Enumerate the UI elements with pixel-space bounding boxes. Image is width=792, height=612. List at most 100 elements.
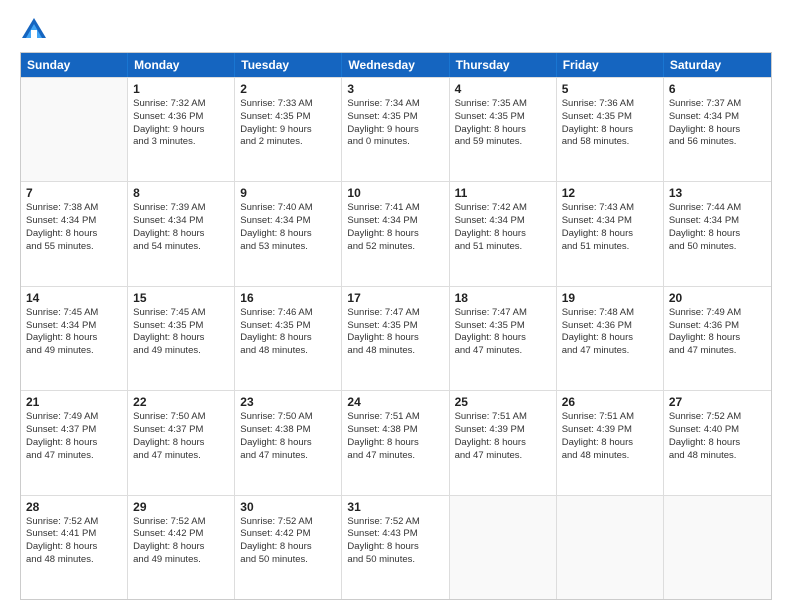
cal-cell-0-5: 5 Sunrise: 7:36 AMSunset: 4:35 PMDaylight… [557, 78, 664, 181]
cal-cell-2-1: 15 Sunrise: 7:45 AMSunset: 4:35 PMDayligh… [128, 287, 235, 390]
cell-text: Sunrise: 7:52 AMSunset: 4:41 PMDaylight:… [26, 516, 122, 567]
cal-cell-2-5: 19 Sunrise: 7:48 AMSunset: 4:36 PMDayligh… [557, 287, 664, 390]
day-number: 29 [133, 500, 229, 514]
cell-text: Sunrise: 7:34 AMSunset: 4:35 PMDaylight:… [347, 98, 443, 149]
day-number: 1 [133, 82, 229, 96]
day-number: 11 [455, 186, 551, 200]
header-day-thursday: Thursday [450, 53, 557, 77]
cal-cell-2-2: 16Sunrise: 7:46 AMSunset: 4:35 PMDayligh… [235, 287, 342, 390]
week-row-3: 21 Sunrise: 7:49 AMSunset: 4:37 PMDayligh… [21, 390, 771, 494]
cell-text: Sunrise: 7:46 AMSunset: 4:35 PMDaylight:… [240, 307, 336, 358]
day-number: 24 [347, 395, 443, 409]
cal-cell-0-3: 3 Sunrise: 7:34 AMSunset: 4:35 PMDaylight… [342, 78, 449, 181]
day-number: 27 [669, 395, 766, 409]
cal-cell-4-3: 31 Sunrise: 7:52 AMSunset: 4:43 PMDayligh… [342, 496, 449, 599]
cal-cell-4-4 [450, 496, 557, 599]
cell-text: Sunrise: 7:36 AMSunset: 4:35 PMDaylight:… [562, 98, 658, 149]
cell-text: Sunrise: 7:39 AMSunset: 4:34 PMDaylight:… [133, 202, 229, 253]
day-number: 23 [240, 395, 336, 409]
cell-text: Sunrise: 7:52 AMSunset: 4:42 PMDaylight:… [133, 516, 229, 567]
cell-text: Sunrise: 7:37 AMSunset: 4:34 PMDaylight:… [669, 98, 766, 149]
day-number: 22 [133, 395, 229, 409]
cal-cell-3-1: 22 Sunrise: 7:50 AMSunset: 4:37 PMDayligh… [128, 391, 235, 494]
cal-cell-0-4: 4 Sunrise: 7:35 AMSunset: 4:35 PMDaylight… [450, 78, 557, 181]
calendar-header-row: SundayMondayTuesdayWednesdayThursdayFrid… [21, 53, 771, 77]
cell-text: Sunrise: 7:49 AMSunset: 4:37 PMDaylight:… [26, 411, 122, 462]
day-number: 5 [562, 82, 658, 96]
cal-cell-3-2: 23 Sunrise: 7:50 AMSunset: 4:38 PMDayligh… [235, 391, 342, 494]
cell-text: Sunrise: 7:41 AMSunset: 4:34 PMDaylight:… [347, 202, 443, 253]
header-day-sunday: Sunday [21, 53, 128, 77]
cell-text: Sunrise: 7:51 AMSunset: 4:39 PMDaylight:… [562, 411, 658, 462]
day-number: 6 [669, 82, 766, 96]
day-number: 25 [455, 395, 551, 409]
cal-cell-3-3: 24Sunrise: 7:51 AMSunset: 4:38 PMDayligh… [342, 391, 449, 494]
cal-cell-1-5: 12Sunrise: 7:43 AMSunset: 4:34 PMDayligh… [557, 182, 664, 285]
logo [20, 16, 52, 44]
cal-cell-2-6: 20 Sunrise: 7:49 AMSunset: 4:36 PMDayligh… [664, 287, 771, 390]
cal-cell-1-1: 8 Sunrise: 7:39 AMSunset: 4:34 PMDaylight… [128, 182, 235, 285]
cell-text: Sunrise: 7:38 AMSunset: 4:34 PMDaylight:… [26, 202, 122, 253]
cell-text: Sunrise: 7:44 AMSunset: 4:34 PMDaylight:… [669, 202, 766, 253]
cell-text: Sunrise: 7:52 AMSunset: 4:42 PMDaylight:… [240, 516, 336, 567]
day-number: 19 [562, 291, 658, 305]
header [20, 16, 772, 44]
cal-cell-3-4: 25 Sunrise: 7:51 AMSunset: 4:39 PMDayligh… [450, 391, 557, 494]
cal-cell-4-0: 28 Sunrise: 7:52 AMSunset: 4:41 PMDayligh… [21, 496, 128, 599]
header-day-saturday: Saturday [664, 53, 771, 77]
cal-cell-1-0: 7 Sunrise: 7:38 AMSunset: 4:34 PMDaylight… [21, 182, 128, 285]
cal-cell-0-0 [21, 78, 128, 181]
cell-text: Sunrise: 7:51 AMSunset: 4:39 PMDaylight:… [455, 411, 551, 462]
cell-text: Sunrise: 7:50 AMSunset: 4:37 PMDaylight:… [133, 411, 229, 462]
cal-cell-2-4: 18 Sunrise: 7:47 AMSunset: 4:35 PMDayligh… [450, 287, 557, 390]
page: SundayMondayTuesdayWednesdayThursdayFrid… [0, 0, 792, 612]
day-number: 3 [347, 82, 443, 96]
cal-cell-0-1: 1 Sunrise: 7:32 AMSunset: 4:36 PMDaylight… [128, 78, 235, 181]
header-day-monday: Monday [128, 53, 235, 77]
cal-cell-4-5 [557, 496, 664, 599]
day-number: 9 [240, 186, 336, 200]
cal-cell-1-2: 9 Sunrise: 7:40 AMSunset: 4:34 PMDaylight… [235, 182, 342, 285]
cal-cell-4-1: 29 Sunrise: 7:52 AMSunset: 4:42 PMDayligh… [128, 496, 235, 599]
cal-cell-3-6: 27 Sunrise: 7:52 AMSunset: 4:40 PMDayligh… [664, 391, 771, 494]
day-number: 4 [455, 82, 551, 96]
day-number: 10 [347, 186, 443, 200]
day-number: 20 [669, 291, 766, 305]
day-number: 8 [133, 186, 229, 200]
week-row-0: 1 Sunrise: 7:32 AMSunset: 4:36 PMDaylight… [21, 77, 771, 181]
day-number: 18 [455, 291, 551, 305]
header-day-friday: Friday [557, 53, 664, 77]
cell-text: Sunrise: 7:52 AMSunset: 4:43 PMDaylight:… [347, 516, 443, 567]
cell-text: Sunrise: 7:33 AMSunset: 4:35 PMDaylight:… [240, 98, 336, 149]
cell-text: Sunrise: 7:47 AMSunset: 4:35 PMDaylight:… [455, 307, 551, 358]
cal-cell-4-2: 30Sunrise: 7:52 AMSunset: 4:42 PMDayligh… [235, 496, 342, 599]
week-row-1: 7 Sunrise: 7:38 AMSunset: 4:34 PMDaylight… [21, 181, 771, 285]
cell-text: Sunrise: 7:48 AMSunset: 4:36 PMDaylight:… [562, 307, 658, 358]
cell-text: Sunrise: 7:45 AMSunset: 4:35 PMDaylight:… [133, 307, 229, 358]
cell-text: Sunrise: 7:43 AMSunset: 4:34 PMDaylight:… [562, 202, 658, 253]
day-number: 21 [26, 395, 122, 409]
cal-cell-1-4: 11Sunrise: 7:42 AMSunset: 4:34 PMDayligh… [450, 182, 557, 285]
day-number: 13 [669, 186, 766, 200]
header-day-tuesday: Tuesday [235, 53, 342, 77]
cell-text: Sunrise: 7:52 AMSunset: 4:40 PMDaylight:… [669, 411, 766, 462]
cal-cell-2-0: 14Sunrise: 7:45 AMSunset: 4:34 PMDayligh… [21, 287, 128, 390]
day-number: 31 [347, 500, 443, 514]
day-number: 2 [240, 82, 336, 96]
cell-text: Sunrise: 7:50 AMSunset: 4:38 PMDaylight:… [240, 411, 336, 462]
day-number: 17 [347, 291, 443, 305]
day-number: 7 [26, 186, 122, 200]
day-number: 15 [133, 291, 229, 305]
calendar-body: 1 Sunrise: 7:32 AMSunset: 4:36 PMDaylight… [21, 77, 771, 599]
cal-cell-0-6: 6 Sunrise: 7:37 AMSunset: 4:34 PMDaylight… [664, 78, 771, 181]
cell-text: Sunrise: 7:49 AMSunset: 4:36 PMDaylight:… [669, 307, 766, 358]
cal-cell-3-5: 26Sunrise: 7:51 AMSunset: 4:39 PMDayligh… [557, 391, 664, 494]
cell-text: Sunrise: 7:40 AMSunset: 4:34 PMDaylight:… [240, 202, 336, 253]
cal-cell-3-0: 21 Sunrise: 7:49 AMSunset: 4:37 PMDayligh… [21, 391, 128, 494]
cal-cell-1-3: 10 Sunrise: 7:41 AMSunset: 4:34 PMDayligh… [342, 182, 449, 285]
cell-text: Sunrise: 7:32 AMSunset: 4:36 PMDaylight:… [133, 98, 229, 149]
day-number: 28 [26, 500, 122, 514]
cell-text: Sunrise: 7:35 AMSunset: 4:35 PMDaylight:… [455, 98, 551, 149]
calendar: SundayMondayTuesdayWednesdayThursdayFrid… [20, 52, 772, 600]
cal-cell-0-2: 2 Sunrise: 7:33 AMSunset: 4:35 PMDaylight… [235, 78, 342, 181]
